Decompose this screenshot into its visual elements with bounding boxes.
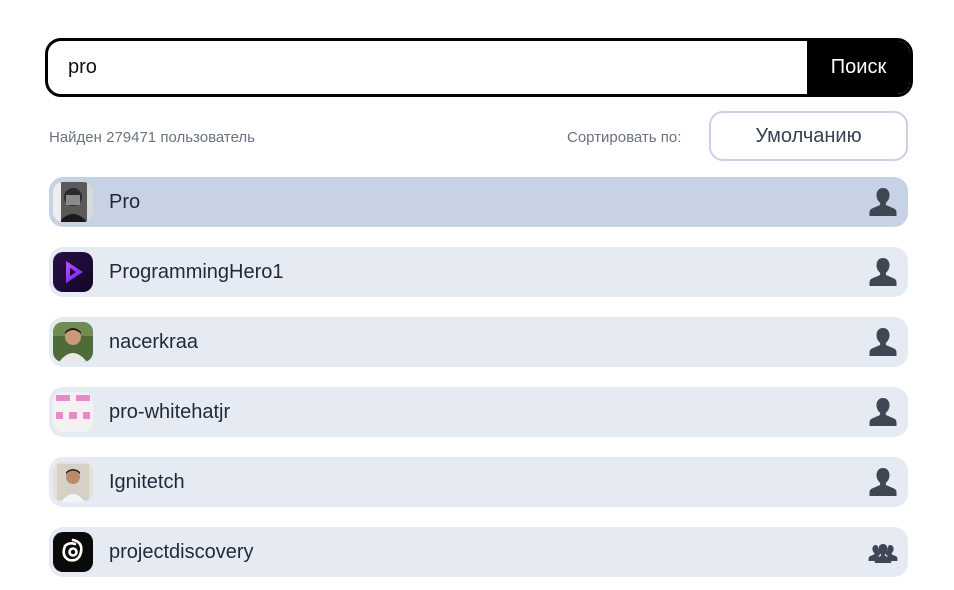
user-icon	[869, 468, 897, 496]
avatar	[53, 252, 93, 292]
user-row-pro-whitehatjr[interactable]: pro-whitehatjr	[49, 387, 908, 437]
sort-label: Сортировать по:	[567, 129, 682, 146]
user-row-nacerkraa[interactable]: nacerkraa	[49, 317, 908, 367]
user-row-programminghero1[interactable]: ProgrammingHero1	[49, 247, 908, 297]
user-icon	[869, 328, 897, 356]
avatar	[53, 182, 93, 222]
user-list: Pro ProgrammingHero1 nacerkraa pro-white…	[49, 177, 908, 590]
username: ProgrammingHero1	[109, 260, 284, 283]
user-icon	[869, 398, 897, 426]
username: pro-whitehatjr	[109, 400, 231, 423]
avatar	[53, 392, 93, 432]
user-icon	[869, 258, 897, 286]
sort-dropdown-button[interactable]: Умолчанию	[709, 111, 908, 161]
username: Ignitetch	[109, 470, 185, 493]
username: nacerkraa	[109, 330, 198, 353]
user-row-ignitetch[interactable]: Ignitetch	[49, 457, 908, 507]
user-row-pro[interactable]: Pro	[49, 177, 908, 227]
results-count: Найден 279471 пользователь	[49, 129, 256, 146]
user-icon	[869, 188, 897, 216]
avatar	[53, 462, 93, 502]
username: Pro	[109, 190, 141, 213]
search-bar: Поиск	[45, 38, 913, 97]
avatar	[53, 532, 93, 572]
search-input[interactable]	[48, 41, 807, 94]
avatar	[53, 322, 93, 362]
organization-icon	[868, 544, 898, 563]
username: projectdiscovery	[109, 540, 254, 563]
search-button[interactable]: Поиск	[807, 41, 910, 94]
user-row-projectdiscovery[interactable]: projectdiscovery	[49, 527, 908, 577]
